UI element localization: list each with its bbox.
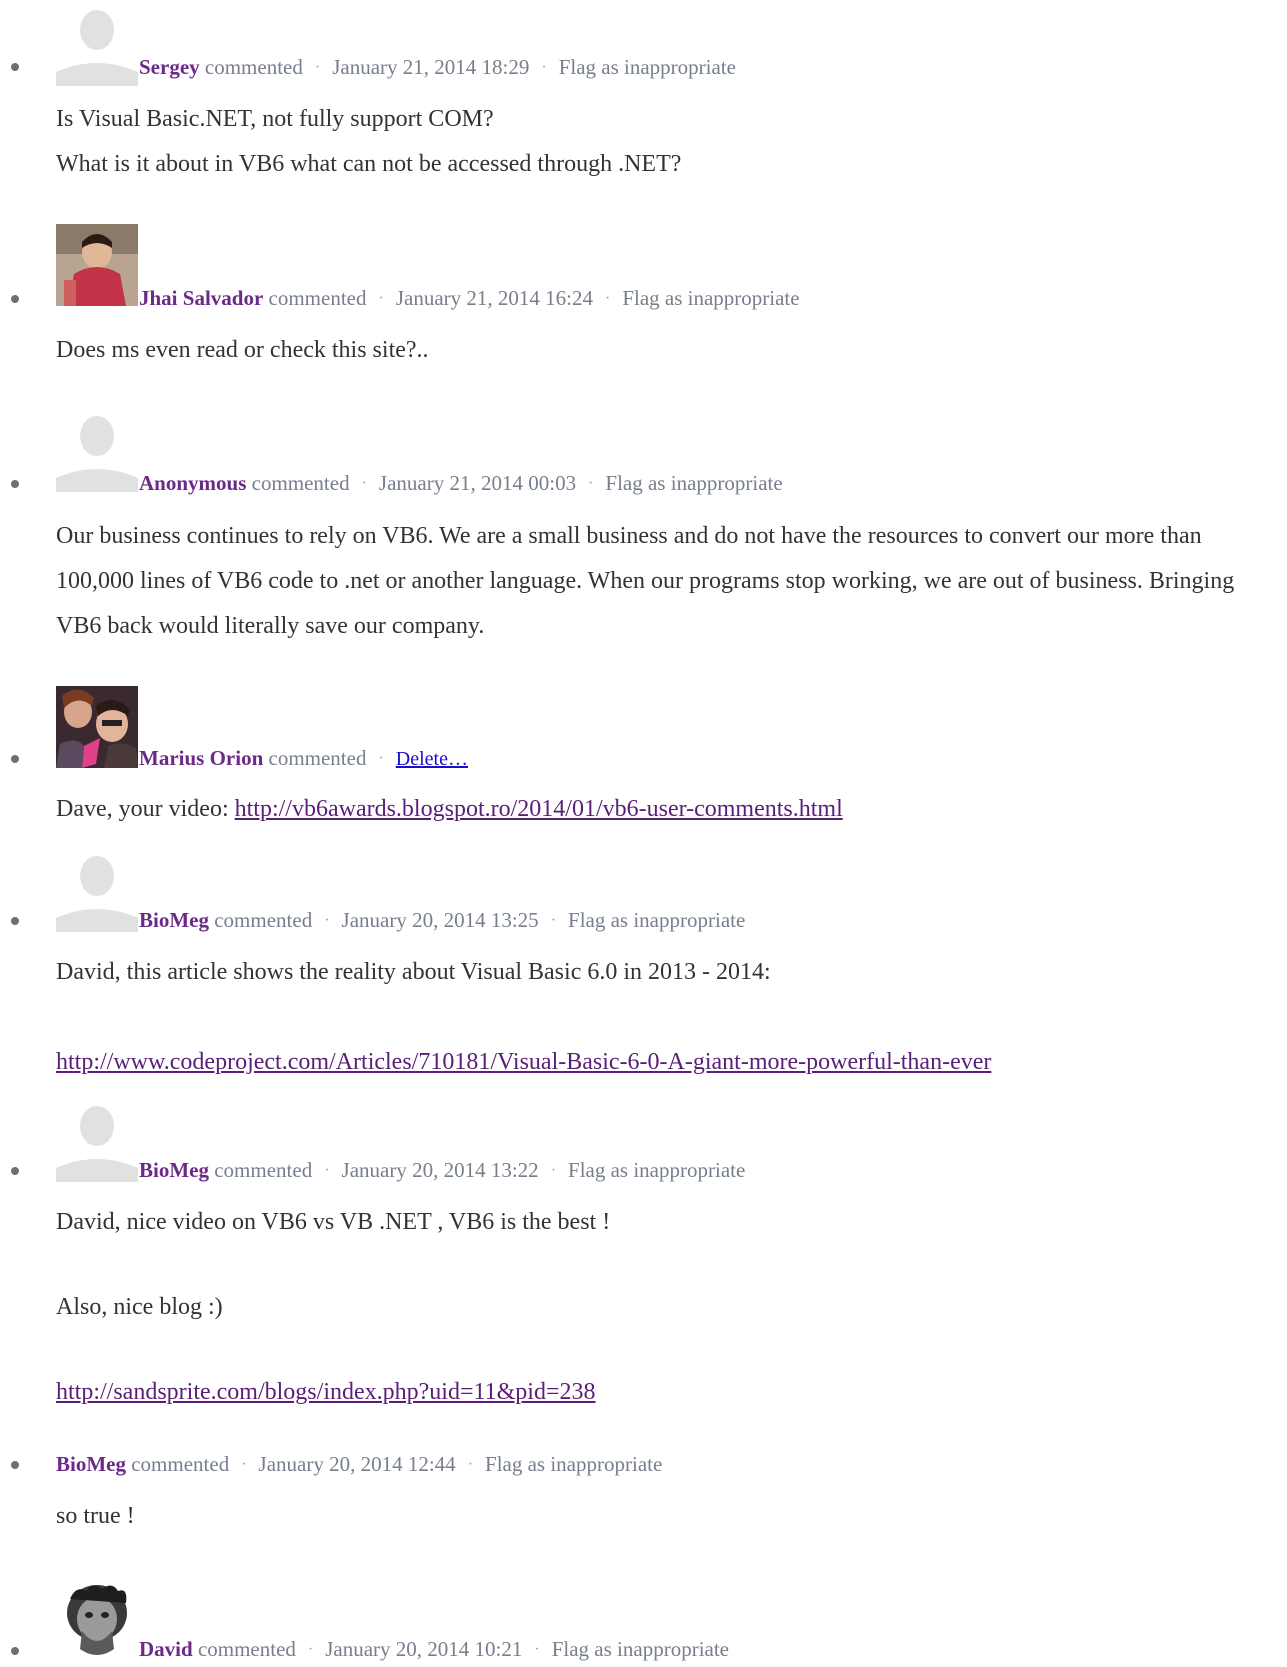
comment-verb: commented — [131, 1452, 230, 1476]
comment-meta: BioMeg commented · January 20, 2014 13:22 ·… — [139, 1158, 746, 1182]
comment-verb: commented — [251, 471, 350, 495]
comment-meta: Jhai Salvador commented · January 21, 2014… — [139, 286, 800, 310]
author-name[interactable]: BioMeg — [56, 1452, 126, 1476]
comment-date[interactable]: January 20, 2014 10:21 — [325, 1637, 522, 1661]
comment-verb: commented — [197, 1637, 296, 1661]
bullet-icon — [11, 1647, 19, 1655]
comment-body: David, this article shows the reality ab… — [56, 950, 1271, 1085]
default-avatar-icon — [56, 850, 138, 932]
flag-link[interactable]: Flag as inappropriate — [568, 1158, 745, 1182]
comment-body: Does ms even read or check this site?.. — [56, 328, 1271, 373]
comment-meta: David commented · January 20, 2014 10:21 · F… — [139, 1637, 729, 1661]
author-name[interactable]: BioMeg — [139, 1158, 209, 1182]
comment-verb: commented — [204, 55, 303, 79]
comment-link[interactable]: http://vb6awards.blogspot.ro/2014/01/vb6… — [235, 796, 843, 822]
bullet-icon — [11, 1167, 19, 1175]
delete-link[interactable]: Delete… — [396, 748, 468, 770]
author-name[interactable]: Jhai Salvador — [139, 286, 263, 310]
author-name[interactable]: BioMeg — [139, 908, 209, 932]
flag-link[interactable]: Flag as inappropriate — [485, 1452, 662, 1476]
comment-meta: Marius Orion commented · Delete… — [139, 746, 468, 770]
comment-text: David, nice video on VB6 vs VB .NET , VB… — [56, 1209, 611, 1235]
comment-date[interactable]: January 21, 2014 00:03 — [379, 471, 576, 495]
default-avatar-icon — [56, 410, 138, 492]
comment-text: David, this article shows the reality ab… — [56, 959, 771, 985]
comment-body: Is Visual Basic.NET, not fully support C… — [56, 97, 1271, 187]
user-avatar — [56, 686, 138, 768]
comment-body: Dave, your video: http://vb6awards.blogs… — [56, 787, 1271, 832]
comment-text: Dave, your video: http://vb6awards.blogs… — [56, 787, 1271, 832]
comment-date[interactable]: January 21, 2014 18:29 — [332, 55, 529, 79]
comment-meta: BioMeg commented · January 20, 2014 12:44 ·… — [56, 1452, 663, 1476]
comment-link-row: http://www.codeproject.com/Articles/7101… — [56, 1040, 1271, 1085]
bullet-icon — [11, 755, 19, 763]
comment-link-row: http://sandsprite.com/blogs/index.php?ui… — [56, 1370, 1271, 1415]
comment-body: David, nice video on VB6 vs VB .NET , VB… — [56, 1200, 1271, 1415]
default-avatar-icon — [56, 1100, 138, 1182]
flag-link[interactable]: Flag as inappropriate — [559, 55, 736, 79]
comment-text: Is Visual Basic.NET, not fully support C… — [56, 106, 494, 132]
comment-verb: commented — [268, 286, 367, 310]
comment-date[interactable]: January 20, 2014 12:44 — [259, 1452, 456, 1476]
flag-link[interactable]: Flag as inappropriate — [568, 908, 745, 932]
comment-verb: commented — [214, 1158, 313, 1182]
bullet-icon — [11, 480, 19, 488]
author-name[interactable]: Anonymous — [139, 471, 246, 495]
comment-text: so true ! — [56, 1503, 135, 1529]
default-avatar-icon — [56, 4, 138, 86]
comment-body: so true ! — [56, 1494, 1271, 1539]
comment-link[interactable]: http://www.codeproject.com/Articles/7101… — [56, 1049, 991, 1075]
bullet-icon — [11, 63, 19, 71]
flag-link[interactable]: Flag as inappropriate — [622, 286, 799, 310]
bullet-icon — [11, 917, 19, 925]
comment-verb: commented — [214, 908, 313, 932]
user-avatar — [56, 224, 138, 306]
comment-text-prefix: Dave, your video: — [56, 796, 235, 822]
flag-link[interactable]: Flag as inappropriate — [552, 1637, 729, 1661]
bullet-icon — [11, 295, 19, 303]
comment-date[interactable]: January 21, 2014 16:24 — [396, 286, 593, 310]
comment-text: Our business continues to rely on VB6. W… — [56, 523, 1235, 639]
author-name[interactable]: Sergey — [139, 55, 200, 79]
comment-date[interactable]: January 20, 2014 13:25 — [342, 908, 539, 932]
comment-verb: commented — [268, 746, 367, 770]
author-name[interactable]: Marius Orion — [139, 746, 263, 770]
comment-meta: Sergey commented · January 21, 2014 18:29 ·… — [139, 55, 736, 79]
comment-body: Our business continues to rely on VB6. W… — [56, 514, 1271, 649]
comment-text: Also, nice blog :) — [56, 1294, 223, 1320]
comment-link[interactable]: http://sandsprite.com/blogs/index.php?ui… — [56, 1379, 595, 1405]
comment-text: What is it about in VB6 what can not be … — [56, 151, 682, 177]
comment-text: Does ms even read or check this site?.. — [56, 337, 429, 363]
comment-date[interactable]: January 20, 2014 13:22 — [342, 1158, 539, 1182]
author-name[interactable]: David — [139, 1637, 193, 1661]
flag-link[interactable]: Flag as inappropriate — [605, 471, 782, 495]
comment-meta: BioMeg commented · January 20, 2014 13:25 ·… — [139, 908, 746, 932]
comment-meta: Anonymous commented · January 21, 2014 00:… — [139, 471, 783, 495]
user-avatar — [56, 1579, 138, 1661]
bullet-icon — [11, 1461, 19, 1469]
